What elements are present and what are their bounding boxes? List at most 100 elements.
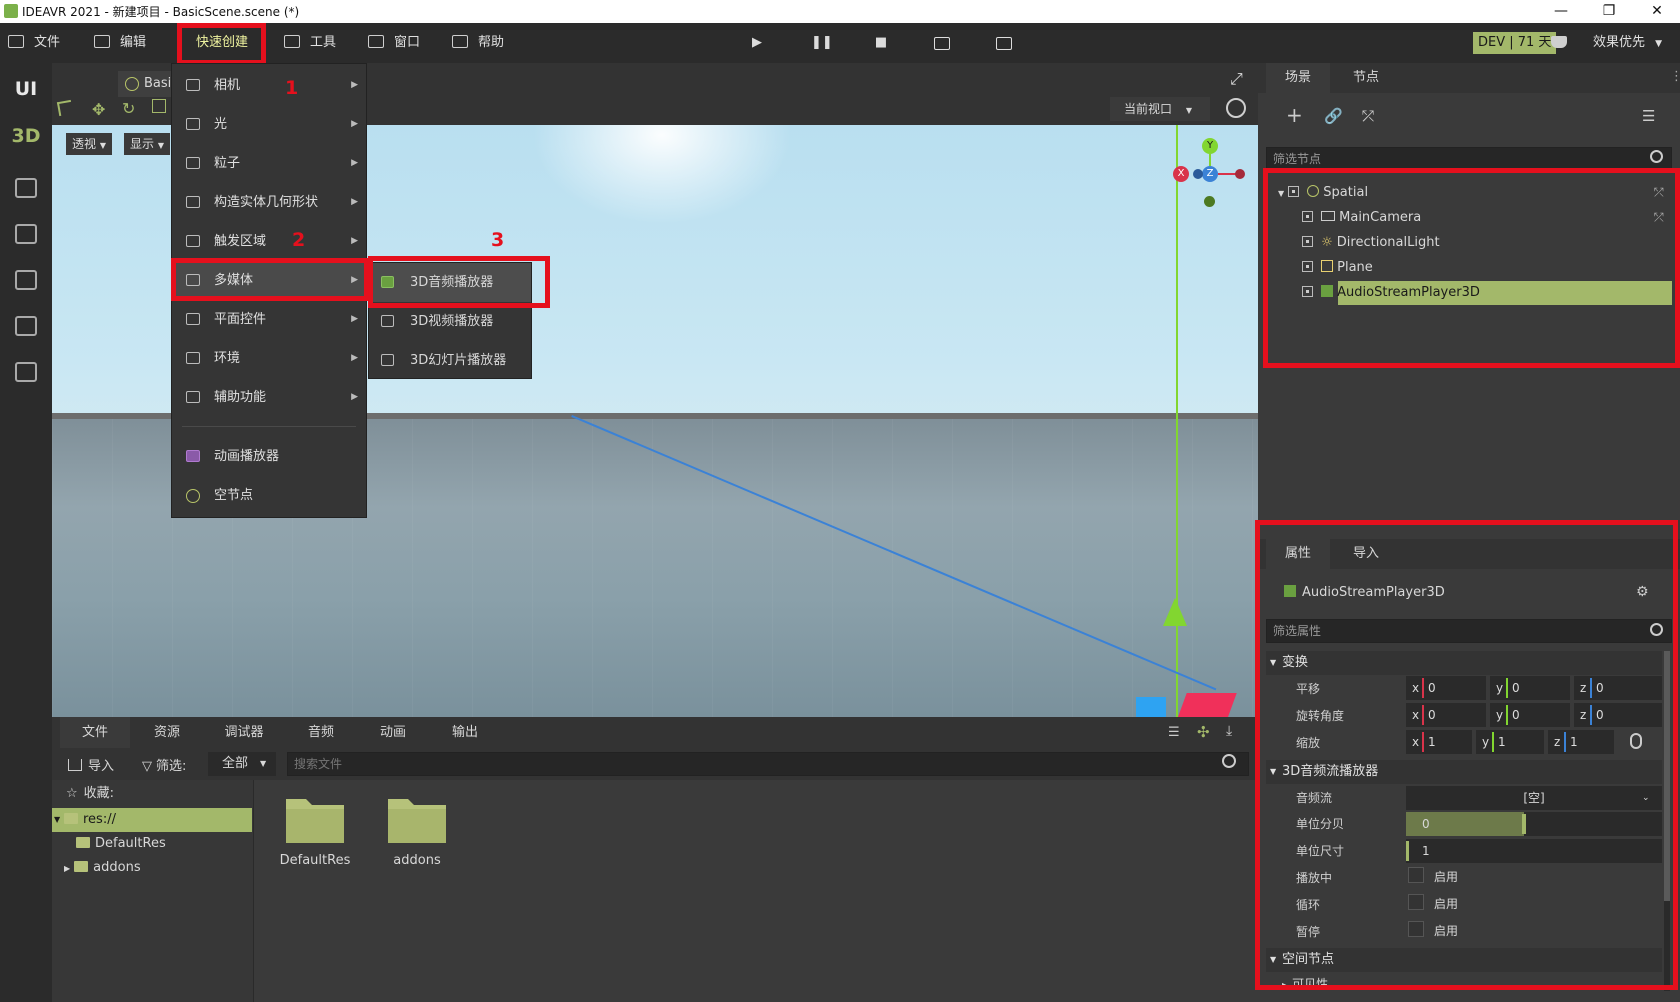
crop-icon <box>94 35 110 48</box>
tab-animation[interactable]: 动画 <box>358 717 428 748</box>
submenu-item-2[interactable]: 3D幻灯片播放器 <box>369 341 531 380</box>
move-gizmo-x[interactable] <box>1177 693 1237 717</box>
tree-item-addons[interactable]: ▶ addons <box>64 856 141 880</box>
tab-output[interactable]: 输出 <box>430 717 500 748</box>
3d-mode-button[interactable]: 3D <box>0 125 52 147</box>
tab-node[interactable]: 节点 <box>1334 63 1398 93</box>
quick-menu-item-10[interactable]: 空节点 <box>172 476 366 515</box>
menu-help[interactable]: 帮助 <box>452 23 504 63</box>
play-button[interactable]: ▶ <box>749 35 765 51</box>
gizmo-neg-y[interactable] <box>1204 196 1215 207</box>
star-icon: ☆ <box>66 786 78 801</box>
path-tool-icon[interactable] <box>15 178 37 198</box>
tab-scene[interactable]: 场景 <box>1266 63 1330 93</box>
quick-menu-item-0[interactable]: 相机 ▶ <box>172 66 366 105</box>
submenu-arrow-icon: ▶ <box>351 236 358 246</box>
add-node-icon[interactable]: + <box>1286 103 1303 127</box>
helper-icon <box>186 391 200 403</box>
move-tool-icon[interactable]: ✥ <box>92 100 105 119</box>
perspective-dropdown[interactable]: 透视 ▼ <box>66 133 112 155</box>
display-dropdown[interactable]: 显示 ▼ <box>124 133 170 155</box>
quick-menu-item-label: 动画播放器 <box>214 449 280 464</box>
rotate-tool-icon[interactable]: ↻ <box>122 99 135 118</box>
quick-menu-item-label: 触发区域 <box>214 234 267 249</box>
quick-menu-item-7[interactable]: 环境 ▶ <box>172 339 366 378</box>
quick-menu-item-label: 构造实体几何形状 <box>214 195 319 210</box>
fullscreen-icon[interactable]: ⤢ <box>1230 69 1243 89</box>
submenu-arrow-icon: ▶ <box>351 314 358 324</box>
play-custom-scene-icon[interactable] <box>996 37 1012 50</box>
help-icon <box>452 35 468 48</box>
current-view-dropdown[interactable]: 当前视口 ▼ <box>1110 97 1210 121</box>
submenu-item-label: 3D视频播放器 <box>410 314 494 329</box>
quick-menu-item-4[interactable]: 触发区域 ▶ <box>172 222 366 261</box>
sky-sun <box>532 125 792 225</box>
ui-mode-button[interactable]: UI <box>0 78 52 100</box>
tab-files[interactable]: 文件 <box>60 717 130 748</box>
quick-menu-item-label: 平面控件 <box>214 312 267 327</box>
tab-resources[interactable]: 资源 <box>132 717 202 748</box>
store-icon[interactable] <box>15 224 37 244</box>
list-view-icon[interactable]: ☰ <box>1168 725 1180 740</box>
export-icon[interactable] <box>15 316 37 336</box>
folder-icon <box>8 35 24 48</box>
link-icon[interactable]: 🔗 <box>1324 107 1343 125</box>
branch-icon[interactable]: ⤱ <box>1362 107 1374 125</box>
tab-debugger[interactable]: 调试器 <box>204 717 284 748</box>
menu-list-icon[interactable]: ☰ <box>1642 107 1655 125</box>
display-label: 显示 <box>130 137 155 151</box>
environment-icon <box>186 352 200 364</box>
quick-menu-item-2[interactable]: 粒子 ▶ <box>172 144 366 183</box>
grid-folder-addons[interactable]: addons <box>372 789 462 868</box>
quick-menu-item-1[interactable]: 光 ▶ <box>172 105 366 144</box>
tab-audio[interactable]: 音频 <box>286 717 356 748</box>
settings-panel-icon[interactable] <box>15 270 37 290</box>
move-gizmo-z[interactable] <box>1136 697 1166 717</box>
gizmo-x[interactable]: X <box>1173 166 1189 182</box>
graduation-cap-icon[interactable] <box>1551 36 1567 48</box>
close-button[interactable]: ✕ <box>1634 1 1680 21</box>
quick-menu-item-6[interactable]: 平面控件 ▶ <box>172 300 366 339</box>
submenu-arrow-icon: ▶ <box>351 392 358 402</box>
quick-menu-item-8[interactable]: 辅助功能 ▶ <box>172 378 366 417</box>
grid-view-icon[interactable]: ✣ <box>1197 723 1210 741</box>
quick-menu-item-label: 光 <box>214 117 228 132</box>
gizmo-neg-x[interactable] <box>1235 169 1245 179</box>
quick-menu-item-9[interactable]: 动画播放器 <box>172 437 366 476</box>
import-button[interactable]: 导入 <box>68 755 114 774</box>
pause-button[interactable]: ❚❚ <box>811 35 833 51</box>
minimize-button[interactable]: — <box>1538 1 1584 21</box>
grid-folder-defaultres[interactable]: DefaultRes <box>270 789 360 868</box>
menu-window[interactable]: 窗口 <box>368 23 420 63</box>
select-tool-icon[interactable] <box>56 99 74 117</box>
maximize-button[interactable]: ❐ <box>1586 1 1632 21</box>
gizmo-neg-z[interactable] <box>1193 169 1203 179</box>
menu-edit[interactable]: 编辑 <box>94 23 146 63</box>
search-icon[interactable] <box>1222 754 1236 768</box>
scene-tabs: 场景 节点 ⋮ <box>1258 63 1680 93</box>
search-icon[interactable] <box>1650 150 1663 163</box>
more-options-icon[interactable]: ⋮ <box>1670 69 1680 84</box>
chevron-down-icon: ▼ <box>157 141 164 150</box>
filter-dropdown[interactable]: 全部 ▼ <box>208 752 276 776</box>
scale-tool-icon[interactable] <box>152 99 166 113</box>
login-icon[interactable] <box>15 362 37 382</box>
highlight-multimedia <box>171 258 369 301</box>
download-icon[interactable]: ⤓ <box>1226 723 1232 739</box>
move-gizmo-arrow-y[interactable] <box>1163 598 1187 626</box>
gizmo-z[interactable]: Z <box>1202 166 1218 182</box>
menu-file[interactable]: 文件 <box>8 23 60 63</box>
tree-item-res[interactable]: ▼ res:// <box>52 808 252 832</box>
search-files-input[interactable] <box>287 752 1249 776</box>
grid-folder-label: addons <box>393 853 441 868</box>
viewport-settings-gear-icon[interactable] <box>1226 98 1246 118</box>
stop-button[interactable]: ■ <box>873 35 889 51</box>
favorites-row[interactable]: ☆ 收藏: <box>66 782 114 806</box>
filter-label-text: 筛选: <box>156 759 187 774</box>
play-scene-icon[interactable] <box>934 37 950 50</box>
quick-menu-item-3[interactable]: 构造实体几何形状 ▶ <box>172 183 366 222</box>
tree-item-defaultres[interactable]: DefaultRes <box>76 832 166 856</box>
quality-dropdown[interactable]: 效果优先 ▼ <box>1593 23 1662 63</box>
gizmo-y[interactable]: Y <box>1202 138 1218 154</box>
menu-tools[interactable]: 工具 <box>284 23 336 63</box>
